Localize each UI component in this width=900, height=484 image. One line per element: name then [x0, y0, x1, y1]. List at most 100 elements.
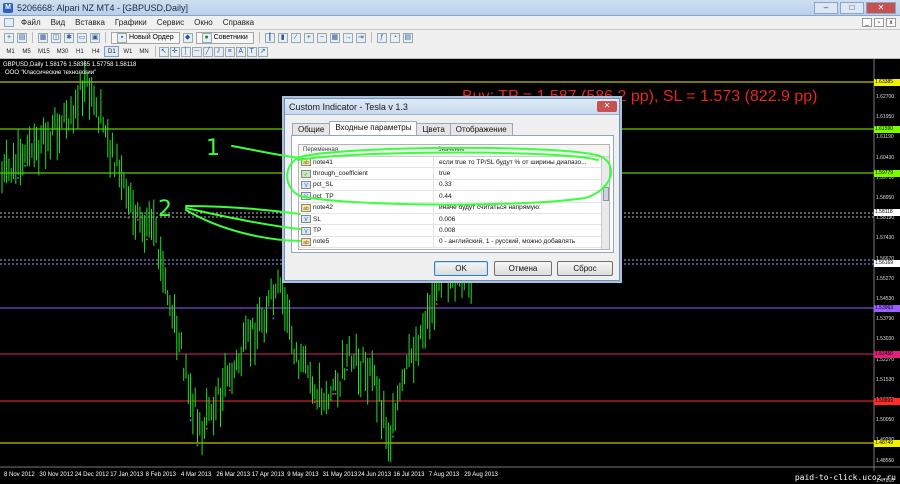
expert-advisors-button[interactable]: ● Советники	[195, 31, 254, 44]
mdi-minimize-icon[interactable]: _	[862, 18, 872, 27]
param-name: SL	[313, 215, 321, 223]
label-icon[interactable]: T	[246, 46, 257, 57]
indicators-icon[interactable]: ƒ	[376, 32, 387, 43]
param-value[interactable]: иначе будут считаться напрямую:	[434, 204, 609, 211]
crosshair-icon[interactable]: ✛	[169, 46, 180, 57]
signal-dot	[205, 427, 208, 430]
market-watch-icon[interactable]: ▦	[38, 32, 48, 43]
tf-m30[interactable]: M30	[54, 46, 72, 57]
param-value[interactable]: 0 - английский, 1 - русский, можно добав…	[434, 238, 609, 245]
price-label: 1.51530	[876, 376, 895, 383]
tf-m1[interactable]: M1	[3, 46, 18, 57]
zoom-in-icon[interactable]: +	[303, 32, 314, 43]
menu-help[interactable]: Справка	[218, 18, 259, 27]
param-row-note42[interactable]: ab note42 иначе будут считаться напрямую:	[299, 202, 609, 214]
maximize-icon[interactable]: □	[840, 2, 864, 14]
mdi-close-icon[interactable]: x	[886, 18, 896, 27]
tile-windows-icon[interactable]: ▦	[329, 32, 340, 43]
tab-colors[interactable]: Цвета	[416, 123, 451, 135]
templates-icon[interactable]: ▤	[402, 32, 413, 43]
column-value[interactable]: Значение	[434, 145, 465, 156]
price-label: 1.58950	[876, 195, 895, 201]
param-name-cell: Vpct_SL	[299, 179, 434, 191]
reset-button[interactable]: Сброс	[557, 261, 613, 276]
price-label: 1.61950	[876, 114, 895, 121]
scroll-thumb[interactable]	[603, 187, 609, 201]
tf-m15[interactable]: M15	[35, 46, 53, 57]
param-value[interactable]: 0.008	[434, 227, 609, 234]
signal-dot	[228, 389, 231, 392]
menu-window[interactable]: Окно	[189, 18, 218, 27]
date-label: 8 Nov 2012	[4, 472, 35, 478]
metaeditor-icon[interactable]: ◆	[182, 32, 193, 43]
column-variable[interactable]: Переменная	[299, 145, 434, 156]
price-label: 1.54530	[876, 296, 895, 302]
minimize-icon[interactable]: –	[814, 2, 838, 14]
param-row-pct-tp[interactable]: Vpct_TP 0.44	[299, 191, 609, 203]
tester-icon[interactable]: ▣	[90, 32, 100, 43]
signal-dot	[196, 444, 199, 447]
new-order-button[interactable]: ▪ Новый Ордер	[111, 31, 180, 44]
param-name-cell: ab note5	[299, 236, 434, 248]
param-value[interactable]: если true то TP/SL будут % от ширины диа…	[434, 159, 609, 166]
param-type-icon: V	[301, 215, 311, 224]
autoscroll-icon[interactable]: →	[342, 32, 353, 43]
bar-chart-icon[interactable]: ┃	[264, 32, 275, 43]
menu-charts[interactable]: Графики	[110, 18, 152, 27]
tf-h1[interactable]: H1	[72, 46, 87, 57]
profiles-icon[interactable]: ▤	[17, 32, 27, 43]
terminal-icon[interactable]: ▭	[77, 32, 87, 43]
tab-visualization[interactable]: Отображение	[449, 123, 513, 135]
param-value[interactable]: true	[434, 170, 609, 177]
line-chart-icon[interactable]: ⁄	[290, 32, 301, 43]
arrows-icon[interactable]: ↗	[257, 46, 268, 57]
param-row-note41[interactable]: ab note41 если true то TP/SL будут % от ши…	[299, 157, 609, 169]
param-row-sl[interactable]: V SL 0.006	[299, 213, 609, 226]
zoom-out-icon[interactable]: −	[316, 32, 327, 43]
param-name-cell: ✓ through_coefficient	[299, 168, 434, 179]
param-row-tp[interactable]: V TP 0.008	[299, 225, 609, 237]
new-chart-icon[interactable]: +	[4, 32, 14, 43]
menu-insert[interactable]: Вставка	[70, 18, 110, 27]
ok-button[interactable]: OK	[434, 261, 488, 276]
param-value[interactable]: 0.44	[434, 193, 609, 200]
text-icon[interactable]: A	[235, 46, 246, 57]
candlestick-icon[interactable]: ▮	[277, 32, 288, 43]
menu-tools[interactable]: Сервис	[152, 18, 189, 27]
tf-h4[interactable]: H4	[88, 46, 103, 57]
cancel-button[interactable]: Отмена	[494, 261, 552, 276]
grid-scrollbar[interactable]	[601, 157, 609, 249]
tf-m5[interactable]: M5	[19, 46, 34, 57]
param-row-note5[interactable]: ab note5 0 - английский, 1 - русский, можн…	[299, 236, 609, 249]
dialog-close-icon[interactable]: ✕	[597, 101, 617, 112]
tf-w1[interactable]: W1	[120, 46, 135, 57]
fibonacci-icon[interactable]: ≡	[224, 46, 235, 57]
menu-view[interactable]: Вид	[46, 18, 70, 27]
navigator-icon[interactable]: ✱	[64, 32, 74, 43]
horizontal-line-icon[interactable]: ─	[191, 46, 202, 57]
tab-inputs[interactable]: Входные параметры	[329, 121, 418, 135]
menu-file[interactable]: Файл	[16, 18, 46, 27]
dialog-title-bar[interactable]: Custom Indicator - Tesla v 1.3 ✕	[285, 99, 619, 115]
grid-header: Переменная Значение	[299, 145, 609, 157]
chart-shift-icon[interactable]: ⇥	[355, 32, 366, 43]
tf-mn[interactable]: MN	[136, 46, 151, 57]
param-row-through-coefficient[interactable]: ✓ through_coefficient true	[299, 168, 609, 180]
close-icon[interactable]: ✕	[866, 2, 896, 14]
param-value[interactable]: 0.006	[434, 216, 609, 223]
channel-icon[interactable]: ⫽	[213, 46, 224, 57]
param-row-pct-sl[interactable]: Vpct_SL 0.33	[299, 179, 609, 192]
param-value[interactable]: 0.33	[434, 181, 609, 188]
inputs-panel: Переменная Значение ab note41 если true то…	[291, 135, 614, 253]
mdi-restore-icon[interactable]: ▫	[874, 18, 884, 27]
data-window-icon[interactable]: ◫	[51, 32, 61, 43]
signal-dot	[435, 302, 438, 305]
tab-common[interactable]: Общие	[292, 123, 331, 135]
param-name: note41	[313, 158, 333, 166]
trendline-icon[interactable]: ╱	[202, 46, 213, 57]
tf-d1[interactable]: D1	[104, 46, 120, 57]
cursor-icon[interactable]: ↖	[158, 46, 169, 57]
periods-icon[interactable]: ◔	[389, 32, 400, 43]
chart-window-icon[interactable]	[4, 18, 14, 27]
vertical-line-icon[interactable]: │	[180, 46, 191, 57]
